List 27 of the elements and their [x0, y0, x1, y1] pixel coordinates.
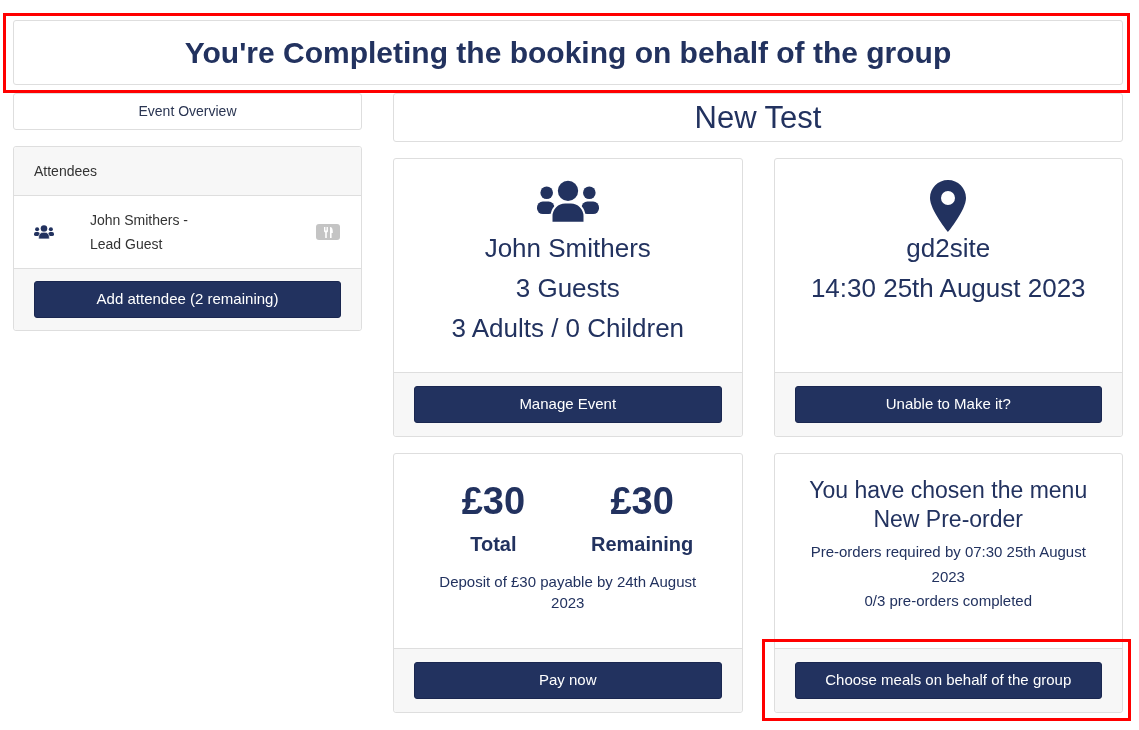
manage-event-button[interactable]: Manage Event: [414, 386, 722, 423]
attendee-name: John Smithers - Lead Guest: [90, 211, 190, 254]
card-heading: gd2site: [906, 232, 991, 265]
card-detail: 14:30 25th August 2023: [810, 272, 1086, 305]
users-icon: [34, 225, 54, 239]
card-heading: John Smithers: [484, 232, 651, 265]
add-attendee-button[interactable]: Add attendee (2 remaining): [34, 281, 341, 318]
amount-label: Remaining: [591, 532, 694, 557]
choose-meals-button[interactable]: Choose meals on behalf of the group: [794, 661, 1102, 699]
amount-value: £30: [610, 479, 674, 524]
amount-label: Total: [470, 532, 517, 557]
unable-to-attend-button[interactable]: Unable to Make it?: [794, 386, 1102, 423]
event-overview-link[interactable]: Event Overview: [13, 93, 362, 130]
panel-title: Attendees: [34, 161, 98, 181]
amount-value: £30: [461, 479, 526, 524]
fork-knife-icon: [316, 224, 340, 240]
card-detail: 3 Guests: [515, 272, 620, 305]
pay-now-button[interactable]: Pay now: [414, 661, 722, 699]
event-title: New Test: [694, 102, 822, 133]
menu-heading: You have chosen the menu New Pre-order: [808, 476, 1089, 534]
deposit-note: Deposit of £30 payable by 24th August 2023: [438, 572, 698, 613]
users-icon: [536, 180, 599, 223]
map-pin-icon: [930, 180, 967, 232]
card-detail: 3 Adults / 0 Children: [451, 312, 685, 345]
preorder-note: Pre-orders required by 07:30 25th August 2023: [809, 542, 1087, 587]
banner-title: You're Completing the booking on behalf of the group: [184, 37, 952, 68]
preorder-note: 0/3 pre-orders completed: [864, 591, 1033, 611]
